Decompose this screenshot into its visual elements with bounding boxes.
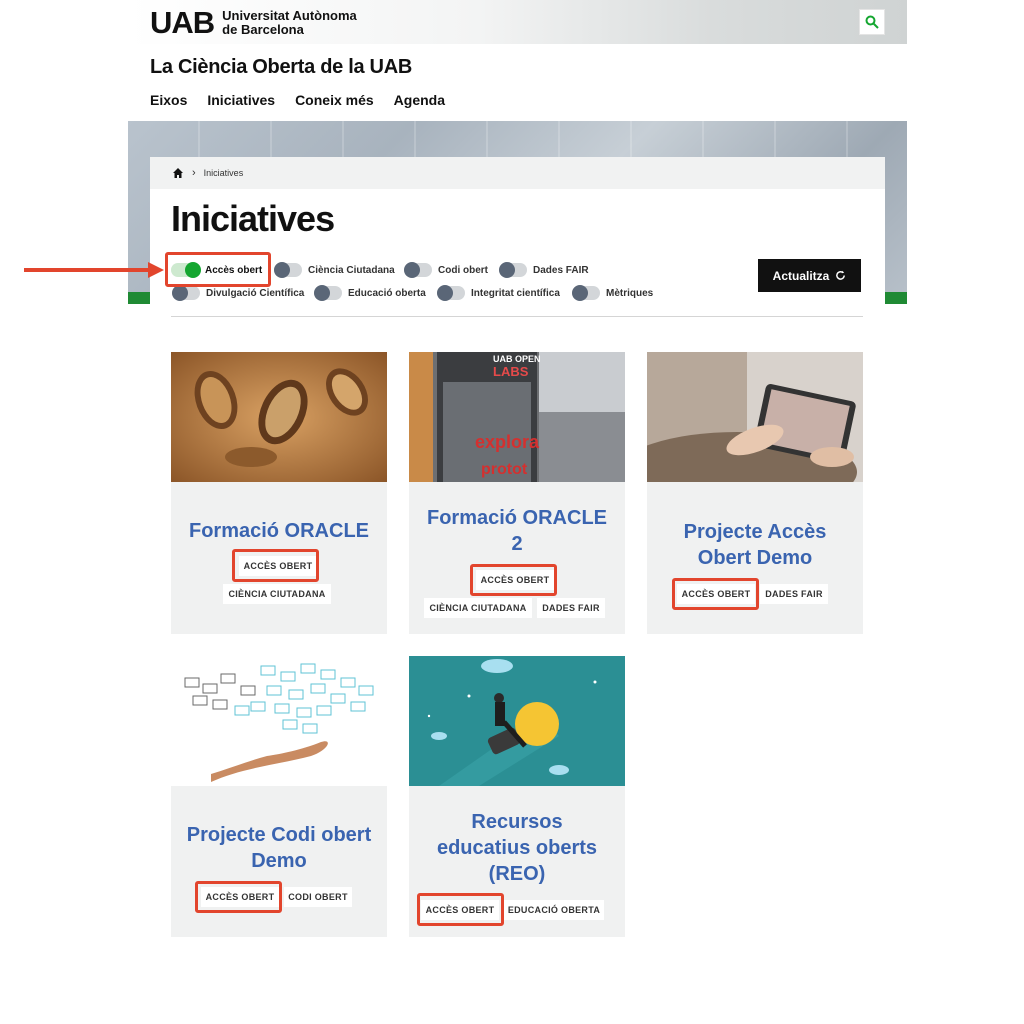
fossils-photo — [171, 352, 387, 482]
toggle-switch[interactable] — [572, 285, 600, 301]
nav-item-agenda[interactable]: Agenda — [394, 92, 445, 108]
tag-dades-fair[interactable]: DADES FAIR — [537, 598, 605, 618]
filter-divider — [171, 316, 863, 317]
uab-logo[interactable]: UAB Universitat Autònoma de Barcelona — [150, 5, 357, 40]
svg-text:LABS: LABS — [493, 364, 529, 379]
home-icon[interactable] — [172, 167, 184, 179]
card-title[interactable]: Formació ORACLE 2 — [417, 505, 617, 557]
nav-item-coneix-mes[interactable]: Coneix més — [295, 92, 374, 108]
card-formacio-oracle[interactable]: Formació ORACLE ACCÈS OBERT CIÈNCIA CIUT… — [171, 352, 387, 634]
annotation-arrow — [24, 268, 152, 272]
highlight-box — [232, 549, 319, 582]
tag-dades-fair[interactable]: DADES FAIR — [760, 584, 828, 604]
toggle-switch[interactable] — [172, 285, 200, 301]
svg-text:explora: explora — [475, 432, 540, 452]
tablet-photo — [647, 352, 863, 482]
highlight-box — [672, 578, 759, 610]
breadcrumb: › Iniciatives — [150, 157, 885, 189]
toggle-switch[interactable] — [274, 262, 302, 278]
annotation-arrow-head — [148, 262, 164, 278]
breadcrumb-current: Iniciatives — [203, 168, 244, 178]
logo-text: Universitat Autònoma de Barcelona — [222, 8, 357, 37]
toggle-switch[interactable] — [404, 262, 432, 278]
nav-item-iniciatives[interactable]: Iniciatives — [207, 92, 275, 108]
card-title[interactable]: Recursos educatius oberts (REO) — [417, 809, 617, 887]
highlight-box — [417, 893, 504, 926]
highlight-box — [165, 252, 271, 287]
page-title: Iniciatives — [171, 198, 335, 239]
tag-codi-obert[interactable]: CODI OBERT — [284, 887, 352, 907]
card-title[interactable]: Projecte Accès Obert Demo — [655, 519, 855, 571]
svg-text:UAB OPEN: UAB OPEN — [493, 354, 541, 364]
card-title[interactable]: Projecte Codi obert Demo — [179, 822, 379, 874]
logo-mark: UAB — [150, 5, 215, 40]
toggle-switch[interactable] — [437, 285, 465, 301]
open-labs-photo: UAB OPEN LABS explora protot — [409, 352, 625, 482]
highlight-box — [470, 564, 557, 596]
main-nav: Eixos Iniciatives Coneix més Agenda — [150, 92, 445, 108]
filter-integritat-cientifica[interactable]: Integritat científica — [437, 285, 560, 301]
update-button[interactable]: Actualitza — [758, 259, 861, 292]
refresh-icon — [836, 270, 846, 280]
toggle-switch[interactable] — [499, 262, 527, 278]
nav-item-eixos[interactable]: Eixos — [150, 92, 187, 108]
lightbulb-rocket-illustration — [409, 656, 625, 786]
toggle-switch[interactable] — [314, 285, 342, 301]
tag-ciencia-ciutadana[interactable]: CIÈNCIA CIUTADANA — [424, 598, 532, 618]
filter-codi-obert[interactable]: Codi obert — [404, 262, 488, 278]
search-button[interactable] — [859, 9, 885, 35]
filter-dades-fair[interactable]: Dades FAIR — [499, 262, 589, 278]
tag-educacio-oberta[interactable]: EDUCACIÓ OBERTA — [504, 900, 604, 920]
envelopes-hand-illustration — [171, 656, 387, 786]
filter-ciencia-ciutadana[interactable]: Ciència Ciutadana — [274, 262, 395, 278]
tag-ciencia-ciutadana[interactable]: CIÈNCIA CIUTADANA — [223, 584, 331, 604]
highlight-box — [195, 881, 282, 913]
filter-metriques[interactable]: Mètriques — [572, 285, 653, 301]
filter-educacio-oberta[interactable]: Educació oberta — [314, 285, 426, 301]
card-title[interactable]: Formació ORACLE — [179, 518, 379, 544]
chevron-right-icon: › — [192, 167, 196, 179]
filter-divulgacio-cientifica[interactable]: Divulgació Científica — [172, 285, 304, 301]
search-icon — [865, 15, 879, 29]
site-title[interactable]: La Ciència Oberta de la UAB — [150, 56, 412, 79]
svg-text:protot: protot — [481, 461, 528, 478]
